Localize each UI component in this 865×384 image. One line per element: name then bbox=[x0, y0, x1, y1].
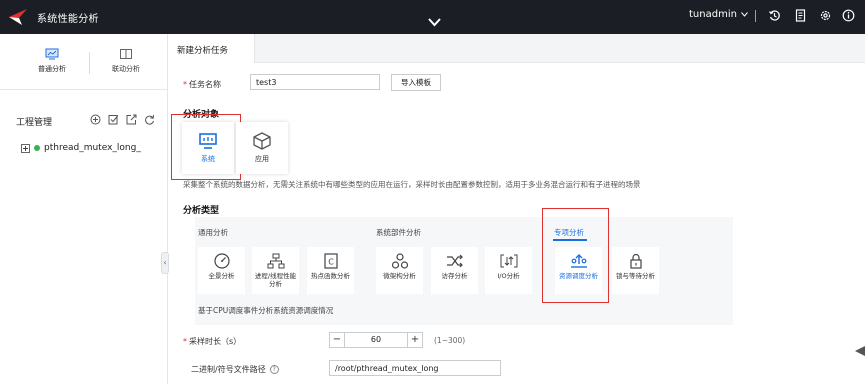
svg-text:C: C bbox=[328, 258, 334, 267]
add-circle-icon[interactable] bbox=[90, 114, 101, 125]
type-hotspot-card[interactable]: C 热点函数分析 bbox=[307, 247, 354, 294]
target-app-label: 应用 bbox=[255, 155, 269, 163]
tab-new-analysis-task[interactable]: 新建分析任务 bbox=[169, 34, 255, 63]
group-component-analysis: 系统部件分析 bbox=[376, 228, 421, 237]
project-toolbar bbox=[90, 114, 155, 125]
required-mark: * bbox=[183, 337, 187, 346]
function-c-icon: C bbox=[323, 253, 338, 269]
import-template-button[interactable]: 导入模板 bbox=[391, 74, 441, 91]
sampling-range-hint: (1~300) bbox=[434, 336, 466, 345]
hierarchy-icon bbox=[267, 253, 284, 269]
required-mark: * bbox=[183, 80, 187, 89]
checklist-icon[interactable] bbox=[108, 114, 119, 125]
shuffle-icon bbox=[446, 254, 463, 268]
type-io-card[interactable]: I/O分析 bbox=[485, 247, 532, 294]
analysis-type-title: 分析类型 bbox=[183, 206, 220, 216]
type-micro-card[interactable]: 微架构分析 bbox=[376, 247, 423, 294]
expand-icon[interactable] bbox=[21, 143, 30, 153]
project-management-title: 工程管理 bbox=[16, 118, 53, 128]
task-name-input[interactable] bbox=[250, 74, 380, 90]
io-arrows-icon bbox=[500, 254, 517, 268]
sampling-duration-value[interactable]: 60 bbox=[345, 333, 407, 347]
project-name: pthread_mutex_long_ bbox=[44, 143, 141, 153]
scroll-indicator-icon[interactable] bbox=[852, 346, 865, 356]
gauge-icon bbox=[213, 253, 230, 269]
user-chevron-down-icon bbox=[741, 12, 748, 17]
user-menu[interactable]: tunadmin bbox=[689, 9, 748, 20]
binary-path-input[interactable] bbox=[329, 360, 501, 376]
analysis-mode-tabs: 普通分析 联动分析 bbox=[0, 34, 168, 90]
sidebar-collapse-handle[interactable]: ‹ bbox=[161, 252, 169, 274]
type-lock-card[interactable]: 锁与等待分析 bbox=[612, 247, 659, 294]
tab-strip: 新建分析任务 bbox=[169, 34, 865, 63]
cube-icon bbox=[253, 132, 271, 150]
tab-normal-analysis-label: 普通分析 bbox=[38, 65, 66, 73]
status-dot bbox=[34, 145, 40, 151]
type-process-card[interactable]: 进程/线程性能分析 bbox=[252, 247, 299, 294]
history-icon[interactable] bbox=[768, 9, 781, 22]
chevron-down-icon[interactable] bbox=[428, 17, 441, 27]
app-title: 系统性能分析 bbox=[37, 14, 99, 25]
refresh-icon[interactable] bbox=[144, 114, 155, 125]
target-hint: 采集整个系统的数据分析，无需关注系统中有哪些类型的应用在运行，采样时长由配置参数… bbox=[183, 180, 641, 189]
tab-linked-analysis[interactable]: 联动分析 bbox=[91, 48, 161, 74]
monitor-chart-icon bbox=[45, 48, 59, 60]
task-name-label: * 任务名称 bbox=[183, 80, 221, 89]
increment-button[interactable]: + bbox=[407, 333, 422, 347]
username: tunadmin bbox=[689, 9, 737, 20]
lock-icon bbox=[629, 253, 642, 269]
highlight-box-target bbox=[171, 114, 241, 180]
tab-linked-analysis-label: 联动分析 bbox=[112, 65, 140, 73]
sidebar: 普通分析 联动分析 工程管理 pthread_mutex_long_ ‹ bbox=[0, 34, 169, 384]
decrement-button[interactable]: − bbox=[330, 333, 345, 347]
info-icon[interactable] bbox=[842, 9, 855, 22]
type-memory-card[interactable]: 访存分析 bbox=[431, 247, 478, 294]
export-icon[interactable] bbox=[126, 114, 137, 125]
main-panel: 新建分析任务 *任务名称 导入模板 分析对象 系统 应用 采集整个系统的数据分析… bbox=[169, 34, 865, 384]
tab-normal-analysis[interactable]: 普通分析 bbox=[17, 48, 87, 74]
mode-divider bbox=[89, 52, 90, 74]
gear-icon[interactable] bbox=[819, 9, 832, 22]
document-icon[interactable] bbox=[794, 9, 807, 22]
sampling-duration-stepper[interactable]: − 60 + bbox=[329, 332, 423, 348]
app-logo-icon bbox=[9, 9, 27, 25]
type-description: 基于CPU调度事件分析系统资源调度情况 bbox=[198, 306, 334, 315]
target-app-card[interactable]: 应用 bbox=[236, 122, 288, 174]
help-icon[interactable]: ? bbox=[269, 365, 279, 374]
top-bar: 系统性能分析 tunadmin bbox=[0, 0, 865, 34]
project-tree-item[interactable]: pthread_mutex_long_ bbox=[21, 143, 141, 153]
highlight-box-resource bbox=[542, 208, 609, 303]
binary-path-label: 二进制/符号文件路径? bbox=[191, 364, 279, 375]
sampling-duration-label: * 采样时长（s） bbox=[183, 337, 242, 346]
type-overall-card[interactable]: 全景分析 bbox=[198, 247, 245, 294]
group-general-analysis: 通用分析 bbox=[198, 228, 228, 237]
nodes-icon bbox=[391, 253, 408, 269]
split-panel-icon bbox=[120, 49, 132, 59]
header-divider bbox=[755, 10, 756, 22]
